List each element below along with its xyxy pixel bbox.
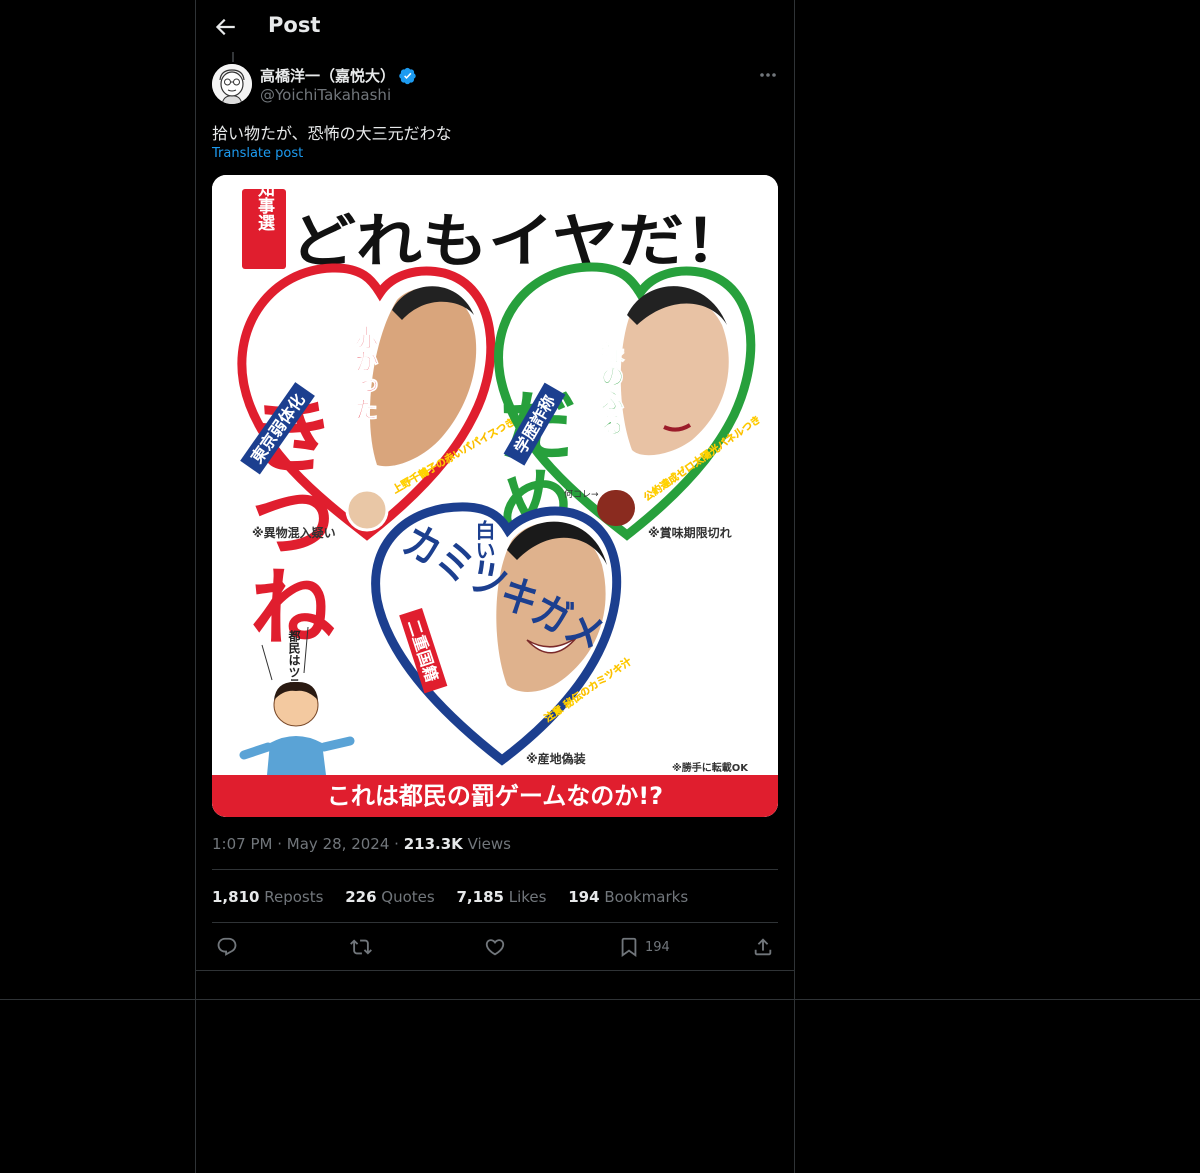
more-options-icon[interactable] <box>756 64 780 86</box>
reply-button[interactable] <box>216 935 238 959</box>
poster-footer-text: これは都民の罰ゲームなのか!? <box>327 782 663 810</box>
share-icon <box>754 938 772 956</box>
views-count: 213.3K <box>403 835 463 853</box>
share-button[interactable] <box>752 935 774 959</box>
bookmarks-count: 194 <box>568 888 600 906</box>
reposts-stat[interactable]: 1,810 Reposts <box>212 888 323 906</box>
likes-label: Likes <box>508 888 547 906</box>
tweet-text: 拾い物たが、恐怖の大三元だわな <box>212 124 452 143</box>
author-name[interactable]: 高橋洋一（嘉悦大） <box>260 65 395 86</box>
back-arrow-icon[interactable] <box>212 14 238 40</box>
repost-icon <box>350 939 372 955</box>
page-title: Post <box>268 13 321 37</box>
avatar[interactable] <box>212 64 252 104</box>
divider <box>196 970 794 971</box>
engagement-stats: 1,810 Reposts 226 Quotes 7,185 Likes 194… <box>212 888 705 906</box>
verified-badge-icon <box>399 67 416 85</box>
blue-heart-note: ※産地偽装 <box>526 751 586 766</box>
green-heart-note: ※賞味期限切れ <box>648 525 732 540</box>
primary-column: Post 高橋洋一（嘉悦大） @YoichiTakahashi 拾い物たが、恐怖… <box>195 0 795 1173</box>
likes-stat[interactable]: 7,185 Likes <box>457 888 547 906</box>
meta-separator: · <box>277 835 283 853</box>
post-meta: 1:07 PM · May 28, 2024 · 213.3K Views <box>212 835 511 853</box>
meta-separator: · <box>394 835 399 853</box>
bookmark-count: 194 <box>645 939 670 955</box>
bookmarks-stat[interactable]: 194 Bookmarks <box>568 888 688 906</box>
reply-icon <box>217 937 237 956</box>
repost-button[interactable] <box>350 935 372 959</box>
likes-count: 7,185 <box>456 888 504 906</box>
quotes-stat[interactable]: 226 Quotes <box>345 888 435 906</box>
like-button[interactable] <box>484 935 506 959</box>
heart-icon <box>485 939 505 956</box>
green-heart-subtitle: 緑のふる <box>596 339 624 436</box>
quotes-count: 226 <box>345 888 377 906</box>
translate-post-link[interactable]: Translate post <box>212 146 303 161</box>
blue-heart-subtitle: 白い <box>472 519 496 560</box>
divider <box>212 869 778 870</box>
author-handle[interactable]: @YoichiTakahashi <box>260 86 391 104</box>
reposts-label: Reposts <box>264 888 324 906</box>
red-heart-subtitle: 赤かった <box>350 324 378 421</box>
divider <box>212 922 778 923</box>
thread-connector <box>232 52 234 62</box>
post-image[interactable]: 都知事選 どれもイヤだ！ きつね 赤かった 東京弱体化 上野千鶴子の赤いパパイス… <box>212 175 778 817</box>
avatar-illustration <box>212 64 252 104</box>
poster-title: どれもイヤだ！ <box>290 207 750 275</box>
bookmark-button[interactable]: 194 <box>618 935 670 959</box>
post-header: Post <box>196 0 794 54</box>
post-time[interactable]: 1:07 PM <box>212 835 272 853</box>
post-date[interactable]: May 28, 2024 <box>287 835 390 853</box>
bookmark-icon <box>621 937 637 958</box>
bookmarks-label: Bookmarks <box>604 888 689 906</box>
green-heart-tiny: 何コレ→ <box>564 488 599 500</box>
poster-graphic: 都知事選 どれもイヤだ！ きつね 赤かった 東京弱体化 上野千鶴子の赤いパパイス… <box>212 175 778 817</box>
red-heart-note: ※異物混入疑い <box>252 525 336 540</box>
election-badge-text: 都知事選 <box>254 175 276 231</box>
quotes-label: Quotes <box>381 888 435 906</box>
reprint-note: ※勝手に転載OK <box>672 761 749 774</box>
views-label: Views <box>467 835 511 853</box>
reposts-count: 1,810 <box>212 888 260 906</box>
